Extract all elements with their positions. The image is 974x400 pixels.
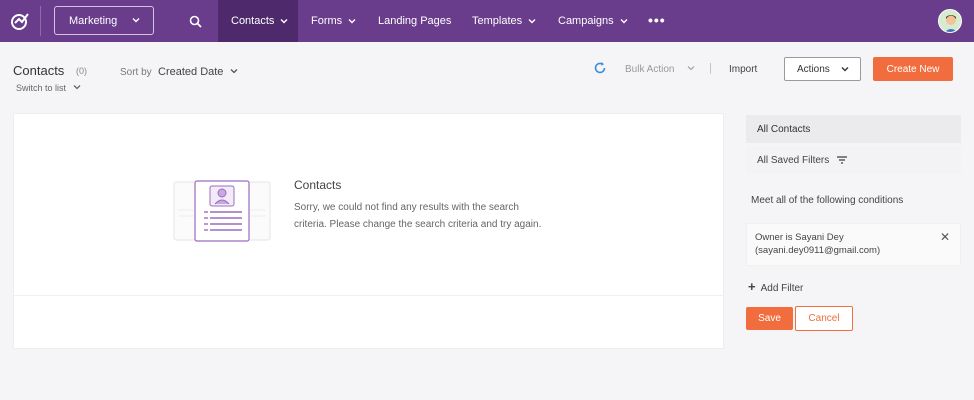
sort-by-label: Sort by <box>120 67 152 78</box>
nav-contacts[interactable]: Contacts <box>218 0 298 42</box>
plus-icon: + <box>748 279 756 294</box>
avatar-icon <box>939 10 961 32</box>
saved-filters-label: All Saved Filters <box>757 154 830 166</box>
switch-to-list-link[interactable]: Switch to list <box>16 83 81 93</box>
contact-card-illustration <box>173 180 271 242</box>
chevron-down-icon <box>280 19 288 24</box>
remove-condition-icon[interactable]: ✕ <box>940 231 950 244</box>
bulk-action-label: Bulk Action <box>625 64 675 75</box>
nav-landing-pages[interactable]: Landing Pages <box>378 0 451 42</box>
empty-state-message: Sorry, we could not find any results wit… <box>294 202 542 230</box>
user-avatar[interactable] <box>938 9 962 33</box>
chevron-down-icon <box>230 69 237 74</box>
chevron-down-icon <box>687 66 695 71</box>
logo-divider <box>40 6 41 36</box>
chevron-down-icon <box>73 85 80 90</box>
chevron-down-icon <box>620 19 628 24</box>
conditions-label: Meet all of the following conditions <box>751 195 904 206</box>
top-navbar: Marketing Contacts Forms Landing Pages T… <box>0 0 974 42</box>
create-new-button[interactable]: Create New <box>873 57 953 81</box>
sort-value-label: Created Date <box>158 66 224 78</box>
sort-by-dropdown[interactable]: Created Date <box>158 66 238 78</box>
actions-label: Actions <box>797 63 830 75</box>
logo-icon <box>11 13 29 30</box>
contact-count: (0) <box>76 66 87 76</box>
actions-button[interactable]: Actions <box>784 57 861 81</box>
nav-templates-label: Templates <box>472 15 523 27</box>
panel-divider <box>14 295 723 296</box>
module-label: Marketing <box>69 14 118 27</box>
more-menu-icon[interactable]: ••• <box>648 12 666 28</box>
save-filter-button[interactable]: Save <box>746 307 793 330</box>
condition-email: (sayani.dey0911@gmail.com) <box>755 245 881 256</box>
add-filter-button[interactable]: + Add Filter <box>748 279 803 294</box>
page-title: Contacts <box>13 63 65 78</box>
import-link[interactable]: Import <box>729 64 757 75</box>
empty-state-title: Contacts <box>294 178 342 192</box>
nav-contacts-label: Contacts <box>231 15 275 27</box>
refresh-icon[interactable] <box>593 61 607 75</box>
nav-landing-pages-label: Landing Pages <box>378 15 452 27</box>
search-icon <box>189 15 202 28</box>
filter-condition: Owner is Sayani Dey (sayani.dey0911@gmai… <box>746 223 961 266</box>
switch-to-list-label: Switch to list <box>16 83 67 93</box>
nav-campaigns[interactable]: Campaigns <box>558 0 628 42</box>
module-switcher[interactable]: Marketing <box>54 6 154 35</box>
chevron-down-icon <box>841 67 849 72</box>
nav-forms-label: Forms <box>311 15 343 27</box>
chevron-down-icon <box>132 18 140 23</box>
chevron-down-icon <box>348 19 356 24</box>
all-contacts-filter[interactable]: All Contacts <box>746 115 961 143</box>
contacts-results-panel: Contacts Sorry, we could not find any re… <box>13 113 724 349</box>
filter-icon <box>837 156 848 164</box>
nav-campaigns-label: Campaigns <box>558 15 614 27</box>
add-filter-label: Add Filter <box>760 283 804 294</box>
nav-forms[interactable]: Forms <box>311 0 356 42</box>
chevron-down-icon <box>528 19 536 24</box>
cancel-filter-button[interactable]: Cancel <box>795 306 853 331</box>
condition-owner: Owner is Sayani Dey <box>755 232 844 243</box>
bulk-action-dropdown[interactable]: Bulk Action <box>625 64 695 75</box>
search-button[interactable] <box>184 10 206 32</box>
saved-filters-dropdown[interactable]: All Saved Filters <box>746 146 961 174</box>
toolbar-separator: | <box>709 62 712 74</box>
app-logo[interactable] <box>0 0 40 42</box>
nav-templates[interactable]: Templates <box>472 0 536 42</box>
